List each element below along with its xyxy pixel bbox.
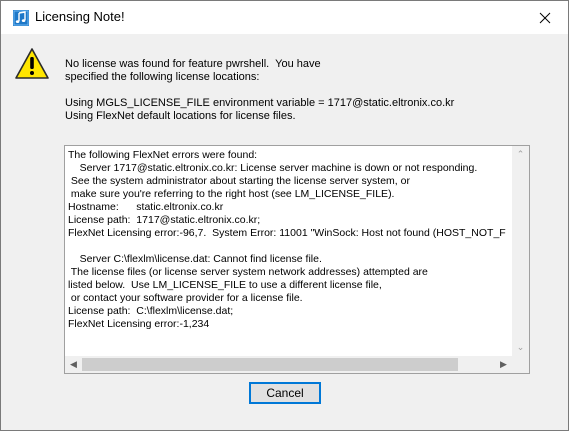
message-line: Using FlexNet default locations for lice… [65, 110, 296, 122]
licensing-dialog: Licensing Note! No license was found for… [0, 0, 569, 431]
dialog-body: No license was found for feature pwrshel… [1, 34, 568, 430]
error-line: make sure you're referring to the right … [68, 188, 395, 200]
error-line: or contact your software provider for a … [68, 292, 303, 304]
message-line: specified the following license location… [65, 71, 260, 83]
error-details-textbox[interactable]: The following FlexNet errors were found:… [64, 145, 530, 374]
error-line: The license files (or license server sys… [68, 266, 428, 278]
window-title: Licensing Note! [35, 9, 125, 24]
error-line: FlexNet Licensing error:-96,7. System Er… [68, 227, 506, 239]
horizontal-scroll-thumb[interactable] [82, 358, 458, 371]
error-line: License path: 1717@static.eltronix.co.kr… [68, 214, 261, 226]
error-line: Hostname: static.eltronix.co.kr [68, 201, 224, 213]
close-button[interactable] [522, 1, 568, 34]
scroll-down-arrow-icon[interactable]: ⌄ [512, 339, 529, 356]
error-line: Server 1717@static.eltronix.co.kr: Licen… [68, 162, 478, 174]
message-line: Using MGLS_LICENSE_FILE environment vari… [65, 97, 455, 109]
title-bar[interactable]: Licensing Note! [1, 1, 568, 34]
cancel-button[interactable]: Cancel [249, 382, 321, 404]
error-line: ​ [68, 240, 512, 253]
warning-icon [15, 48, 49, 79]
close-icon [539, 12, 551, 23]
error-line: See the system administrator about start… [68, 175, 410, 187]
vertical-scrollbar[interactable]: ⌃ ⌄ [512, 146, 529, 356]
scrollbar-corner [512, 356, 529, 373]
music-note-app-icon [13, 10, 29, 26]
error-line: Server C:\flexlm\license.dat: Cannot fin… [68, 253, 322, 265]
error-line: listed below. Use LM_LICENSE_FILE to use… [68, 279, 382, 291]
message-line: No license was found for feature pwrshel… [65, 58, 321, 70]
error-details-text: The following FlexNet errors were found:… [68, 149, 512, 355]
scroll-up-arrow-icon[interactable]: ⌃ [512, 146, 529, 163]
horizontal-scrollbar[interactable]: ◀ ▶ [65, 356, 512, 373]
error-line: License path: C:\flexlm\license.dat; [68, 305, 234, 317]
error-line: FlexNet Licensing error:-1,234 [68, 318, 210, 330]
scroll-left-arrow-icon[interactable]: ◀ [65, 356, 82, 373]
scroll-right-arrow-icon[interactable]: ▶ [495, 356, 512, 373]
error-line: The following FlexNet errors were found: [68, 149, 258, 161]
